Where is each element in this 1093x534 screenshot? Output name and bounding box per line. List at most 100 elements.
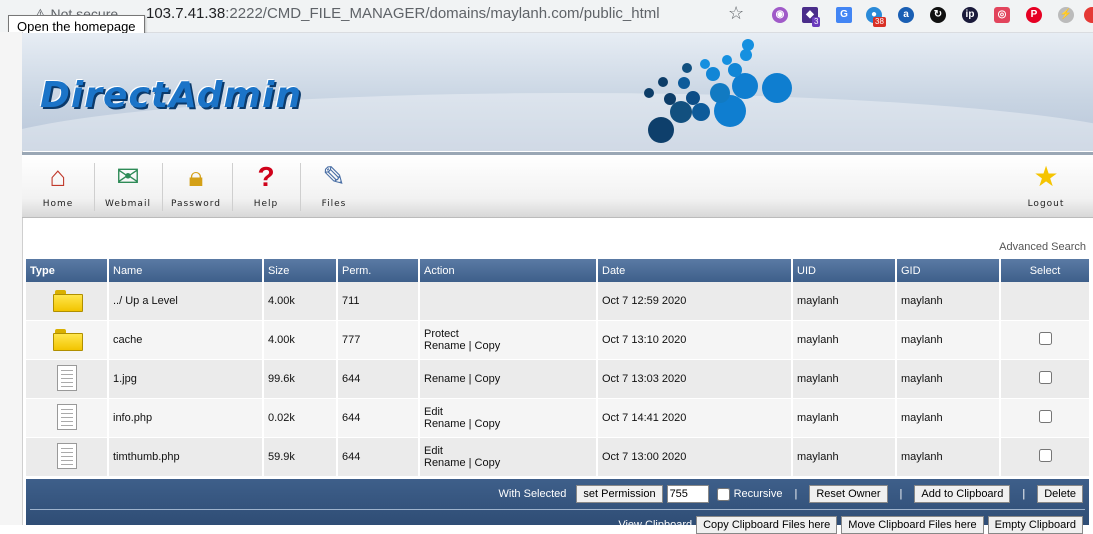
translate-extension-icon[interactable]: G [836, 7, 852, 23]
action-cell [419, 282, 598, 321]
table-row: 1.jpg 99.6k 644 Rename | Copy Oct 7 13:0… [26, 359, 1089, 399]
nav-logout[interactable]: ★ Logout [1014, 159, 1078, 215]
action-cell: Protect Rename | Copy [419, 320, 598, 360]
advanced-search-link[interactable]: Advanced Search [999, 241, 1086, 253]
move-clipboard-button[interactable]: Move Clipboard Files here [841, 516, 984, 534]
recursive-checkbox[interactable] [716, 487, 730, 501]
nav-webmail[interactable]: ✉ Webmail [96, 159, 160, 215]
type-cell[interactable] [26, 437, 109, 477]
bar-divider [30, 509, 1085, 510]
lock-icon: 🔒︎ [188, 161, 204, 192]
file-uid: maylanh [792, 320, 897, 360]
nav-files[interactable]: ✎ Files [302, 159, 366, 215]
protect-link[interactable]: Protect [424, 328, 459, 340]
file-date: Oct 7 12:59 2020 [597, 282, 793, 321]
file-name[interactable]: cache [108, 320, 264, 360]
delete-button[interactable]: Delete [1037, 485, 1083, 503]
table-row: cache 4.00k 777 Protect Rename | Copy Oct… [26, 320, 1089, 360]
bulk-actions-row: With Selected set Permission Recursive |… [499, 485, 1083, 503]
rename-copy-links[interactable]: Rename | Copy [424, 340, 500, 352]
separator: | [899, 488, 903, 500]
main-navigation: ⌂ Home ✉ Webmail 🔒︎ Password ? Help ✎ Fi… [22, 152, 1093, 218]
bulk-actions-bar: With Selected set Permission Recursive |… [26, 479, 1089, 534]
edit-link[interactable]: Edit [424, 406, 443, 418]
clipboard-row: View Clipboard Copy Clipboard Files here… [618, 516, 1083, 534]
col-date[interactable]: Date [597, 259, 793, 282]
table-row: timthumb.php 59.9k 644 Edit Rename | Copy… [26, 437, 1089, 477]
extension-7-icon[interactable]: ip [962, 7, 978, 23]
file-perm[interactable]: 644 [337, 437, 420, 477]
type-cell[interactable] [26, 398, 109, 438]
rename-copy-links[interactable]: Rename | Copy [424, 457, 500, 469]
table-row: ../ Up a Level 4.00k 711 Oct 7 12:59 202… [26, 282, 1089, 321]
extension-11-icon[interactable] [1084, 7, 1093, 23]
file-date: Oct 7 13:10 2020 [597, 320, 793, 360]
type-cell[interactable] [26, 320, 109, 360]
file-perm[interactable]: 777 [337, 320, 420, 360]
folder-icon [52, 328, 83, 351]
browser-toolbar: ⚠ Not secure 103.7.41.38:2222/CMD_FILE_M… [0, 0, 1093, 33]
file-name[interactable]: 1.jpg [108, 359, 264, 399]
view-clipboard-link[interactable]: View Clipboard [618, 519, 692, 531]
file-icon [56, 364, 77, 391]
directadmin-logo: DirectAdmin [40, 75, 302, 116]
col-action: Action [419, 259, 598, 282]
file-icon [56, 403, 77, 430]
nav-separator [162, 163, 163, 211]
recursive-label: Recursive [733, 488, 783, 500]
copy-clipboard-button[interactable]: Copy Clipboard Files here [696, 516, 838, 534]
edit-link[interactable]: Edit [424, 445, 443, 457]
nav-home[interactable]: ⌂ Home [26, 159, 90, 215]
file-size: 99.6k [263, 359, 338, 399]
file-table: Type Name Size Perm. Action Date UID GID… [26, 259, 1089, 477]
rename-copy-links[interactable]: Rename | Copy [424, 418, 500, 430]
set-permission-button[interactable]: set Permission [576, 485, 663, 503]
star-icon: ★ [1033, 161, 1059, 192]
address-bar[interactable]: 103.7.41.38:2222/CMD_FILE_MANAGER/domain… [146, 5, 660, 22]
nav-help[interactable]: ? Help [234, 159, 298, 215]
file-name[interactable]: timthumb.php [108, 437, 264, 477]
extension-5-icon[interactable]: a [898, 7, 914, 23]
select-checkbox[interactable] [1038, 371, 1052, 384]
file-perm[interactable]: 644 [337, 398, 420, 438]
folder-icon [52, 289, 83, 312]
extension-6-icon[interactable]: ↻ [930, 7, 946, 23]
file-perm[interactable]: 644 [337, 359, 420, 399]
rename-copy-links[interactable]: Rename | Copy [424, 373, 500, 385]
col-size[interactable]: Size [263, 259, 338, 282]
select-cell [1000, 282, 1089, 321]
col-type[interactable]: Type [26, 259, 109, 282]
nav-password[interactable]: 🔒︎ Password [164, 159, 228, 215]
col-perm[interactable]: Perm. [337, 259, 420, 282]
browser-left-edge [0, 32, 23, 525]
file-name[interactable]: info.php [108, 398, 264, 438]
table-row: info.php 0.02k 644 Edit Rename | Copy Oct… [26, 398, 1089, 438]
separator: | [794, 488, 798, 500]
select-checkbox[interactable] [1038, 449, 1052, 462]
file-gid: maylanh [896, 320, 1001, 360]
reset-owner-button[interactable]: Reset Owner [809, 485, 888, 503]
extension-10-icon[interactable]: ⚡ [1058, 7, 1074, 23]
col-select: Select [1000, 259, 1089, 282]
file-perm[interactable]: 711 [337, 282, 420, 321]
extension-8-icon[interactable]: ◎ [994, 7, 1010, 23]
permission-input[interactable] [666, 485, 709, 503]
add-to-clipboard-button[interactable]: Add to Clipboard [914, 485, 1011, 503]
type-cell[interactable] [26, 282, 109, 321]
with-selected-label: With Selected [498, 488, 567, 500]
pinterest-extension-icon[interactable]: P [1026, 7, 1042, 23]
file-date: Oct 7 13:03 2020 [597, 359, 793, 399]
col-name[interactable]: Name [108, 259, 264, 282]
question-icon: ? [257, 161, 275, 192]
type-cell[interactable] [26, 359, 109, 399]
col-uid[interactable]: UID [792, 259, 897, 282]
file-gid: maylanh [896, 282, 1001, 321]
file-name[interactable]: ../ Up a Level [108, 282, 264, 321]
bookmark-star-icon[interactable]: ☆ [728, 3, 744, 24]
col-gid[interactable]: GID [896, 259, 1001, 282]
file-size: 4.00k [263, 320, 338, 360]
empty-clipboard-button[interactable]: Empty Clipboard [987, 516, 1083, 534]
select-checkbox[interactable] [1038, 332, 1052, 345]
select-checkbox[interactable] [1038, 410, 1052, 423]
extension-1-icon[interactable]: ◉ [772, 7, 788, 23]
